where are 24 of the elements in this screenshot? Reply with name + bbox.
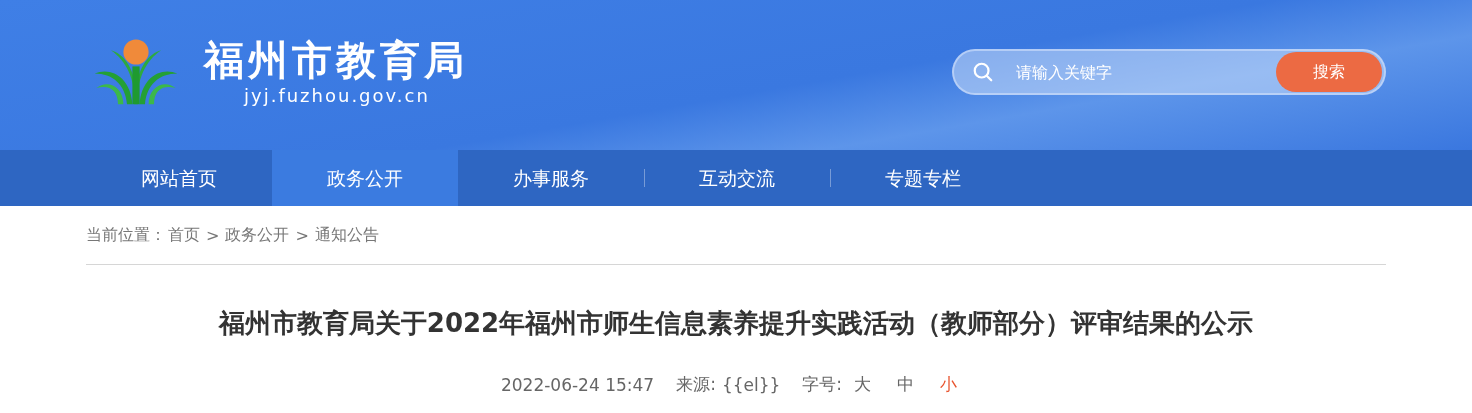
search-icon (972, 61, 994, 83)
breadcrumb-label: 当前位置： (86, 224, 166, 246)
font-size-option[interactable]: 中 (897, 373, 915, 396)
article-title: 福州市教育局关于2022年福州市师生信息素养提升实践活动（教师部分）评审结果的公示 (217, 307, 1255, 340)
nav-tab[interactable]: 专题专栏 (830, 150, 1016, 206)
font-size-label: 字号: (802, 373, 843, 396)
font-size-option[interactable]: 小 (940, 373, 958, 396)
nav-tab[interactable]: 网站首页 (86, 150, 272, 206)
breadcrumb-separator: > (206, 225, 220, 245)
breadcrumb-link[interactable]: 政务公开 (225, 224, 290, 246)
publish-date: 2022-06-24 15:47 (500, 374, 655, 395)
breadcrumb-link[interactable]: 通知公告 (314, 224, 379, 246)
search-field[interactable]: 请输入关键字 搜索 (952, 49, 1386, 95)
site-domain: jyj.fuzhou.gov.cn (244, 84, 430, 106)
search-button[interactable]: 搜索 (1276, 52, 1382, 92)
breadcrumb-separator: > (295, 225, 309, 245)
nav-tab[interactable]: 办事服务 (458, 150, 644, 206)
nav-tab[interactable]: 政务公开 (272, 150, 458, 206)
breadcrumb-link[interactable]: 首页 (168, 224, 200, 246)
font-size-option[interactable]: 大 (854, 373, 872, 396)
source-label: 来源: (676, 373, 716, 396)
nav-tab[interactable]: 互动交流 (644, 150, 830, 206)
source-value: {{el}} (721, 374, 781, 395)
site-name: 福州市教育局 (204, 35, 468, 85)
